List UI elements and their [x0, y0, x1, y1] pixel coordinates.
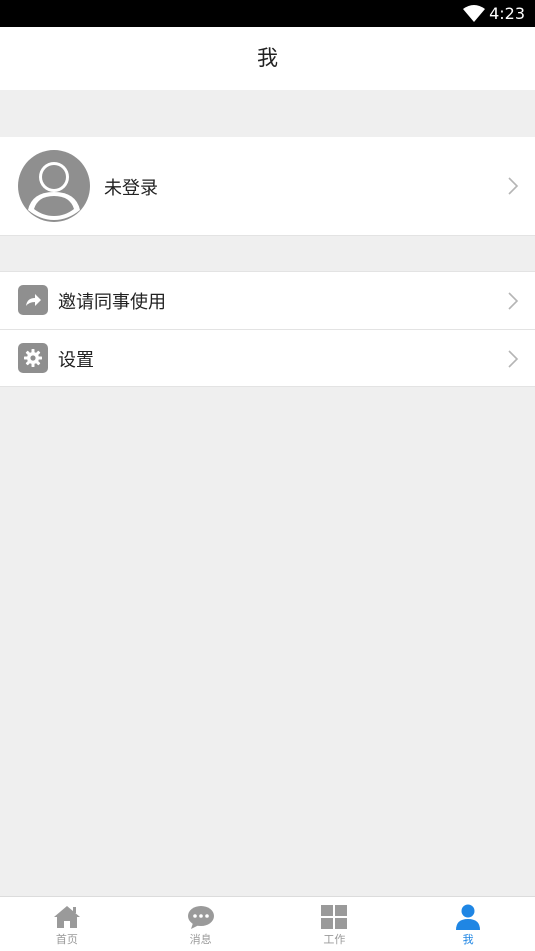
person-icon [456, 904, 481, 930]
share-icon [18, 285, 48, 315]
profile-row[interactable]: 未登录 [0, 137, 535, 236]
bottom-tab-bar: 首页 消息 工作 我 [0, 896, 535, 951]
chevron-right-icon [508, 292, 519, 310]
avatar-placeholder-icon [18, 150, 90, 222]
tab-me[interactable]: 我 [401, 897, 535, 951]
grid-icon [321, 905, 348, 929]
menu-item-label: 邀请同事使用 [58, 292, 166, 313]
menu-item-invite[interactable]: 邀请同事使用 [0, 272, 535, 329]
status-time: 4:23 [489, 4, 525, 23]
tab-home[interactable]: 首页 [0, 897, 134, 951]
chevron-right-icon [508, 177, 519, 195]
tab-label: 消息 [189, 933, 212, 946]
wifi-icon [463, 5, 485, 22]
chat-icon [187, 906, 214, 929]
tab-label: 我 [462, 933, 474, 946]
profile-name: 未登录 [104, 178, 158, 199]
menu-item-settings[interactable]: 设置 [0, 329, 535, 386]
menu-item-label: 设置 [58, 350, 94, 371]
tab-label: 首页 [55, 933, 78, 946]
status-bar: 4:23 [0, 0, 535, 27]
menu-list: 邀请同事使用 设置 [0, 271, 535, 387]
tab-messages[interactable]: 消息 [134, 897, 268, 951]
page-title: 我 [0, 27, 535, 90]
home-icon [53, 906, 80, 928]
tab-work[interactable]: 工作 [268, 897, 402, 951]
tab-label: 工作 [323, 933, 346, 946]
chevron-right-icon [508, 350, 519, 368]
gear-icon [18, 343, 48, 373]
